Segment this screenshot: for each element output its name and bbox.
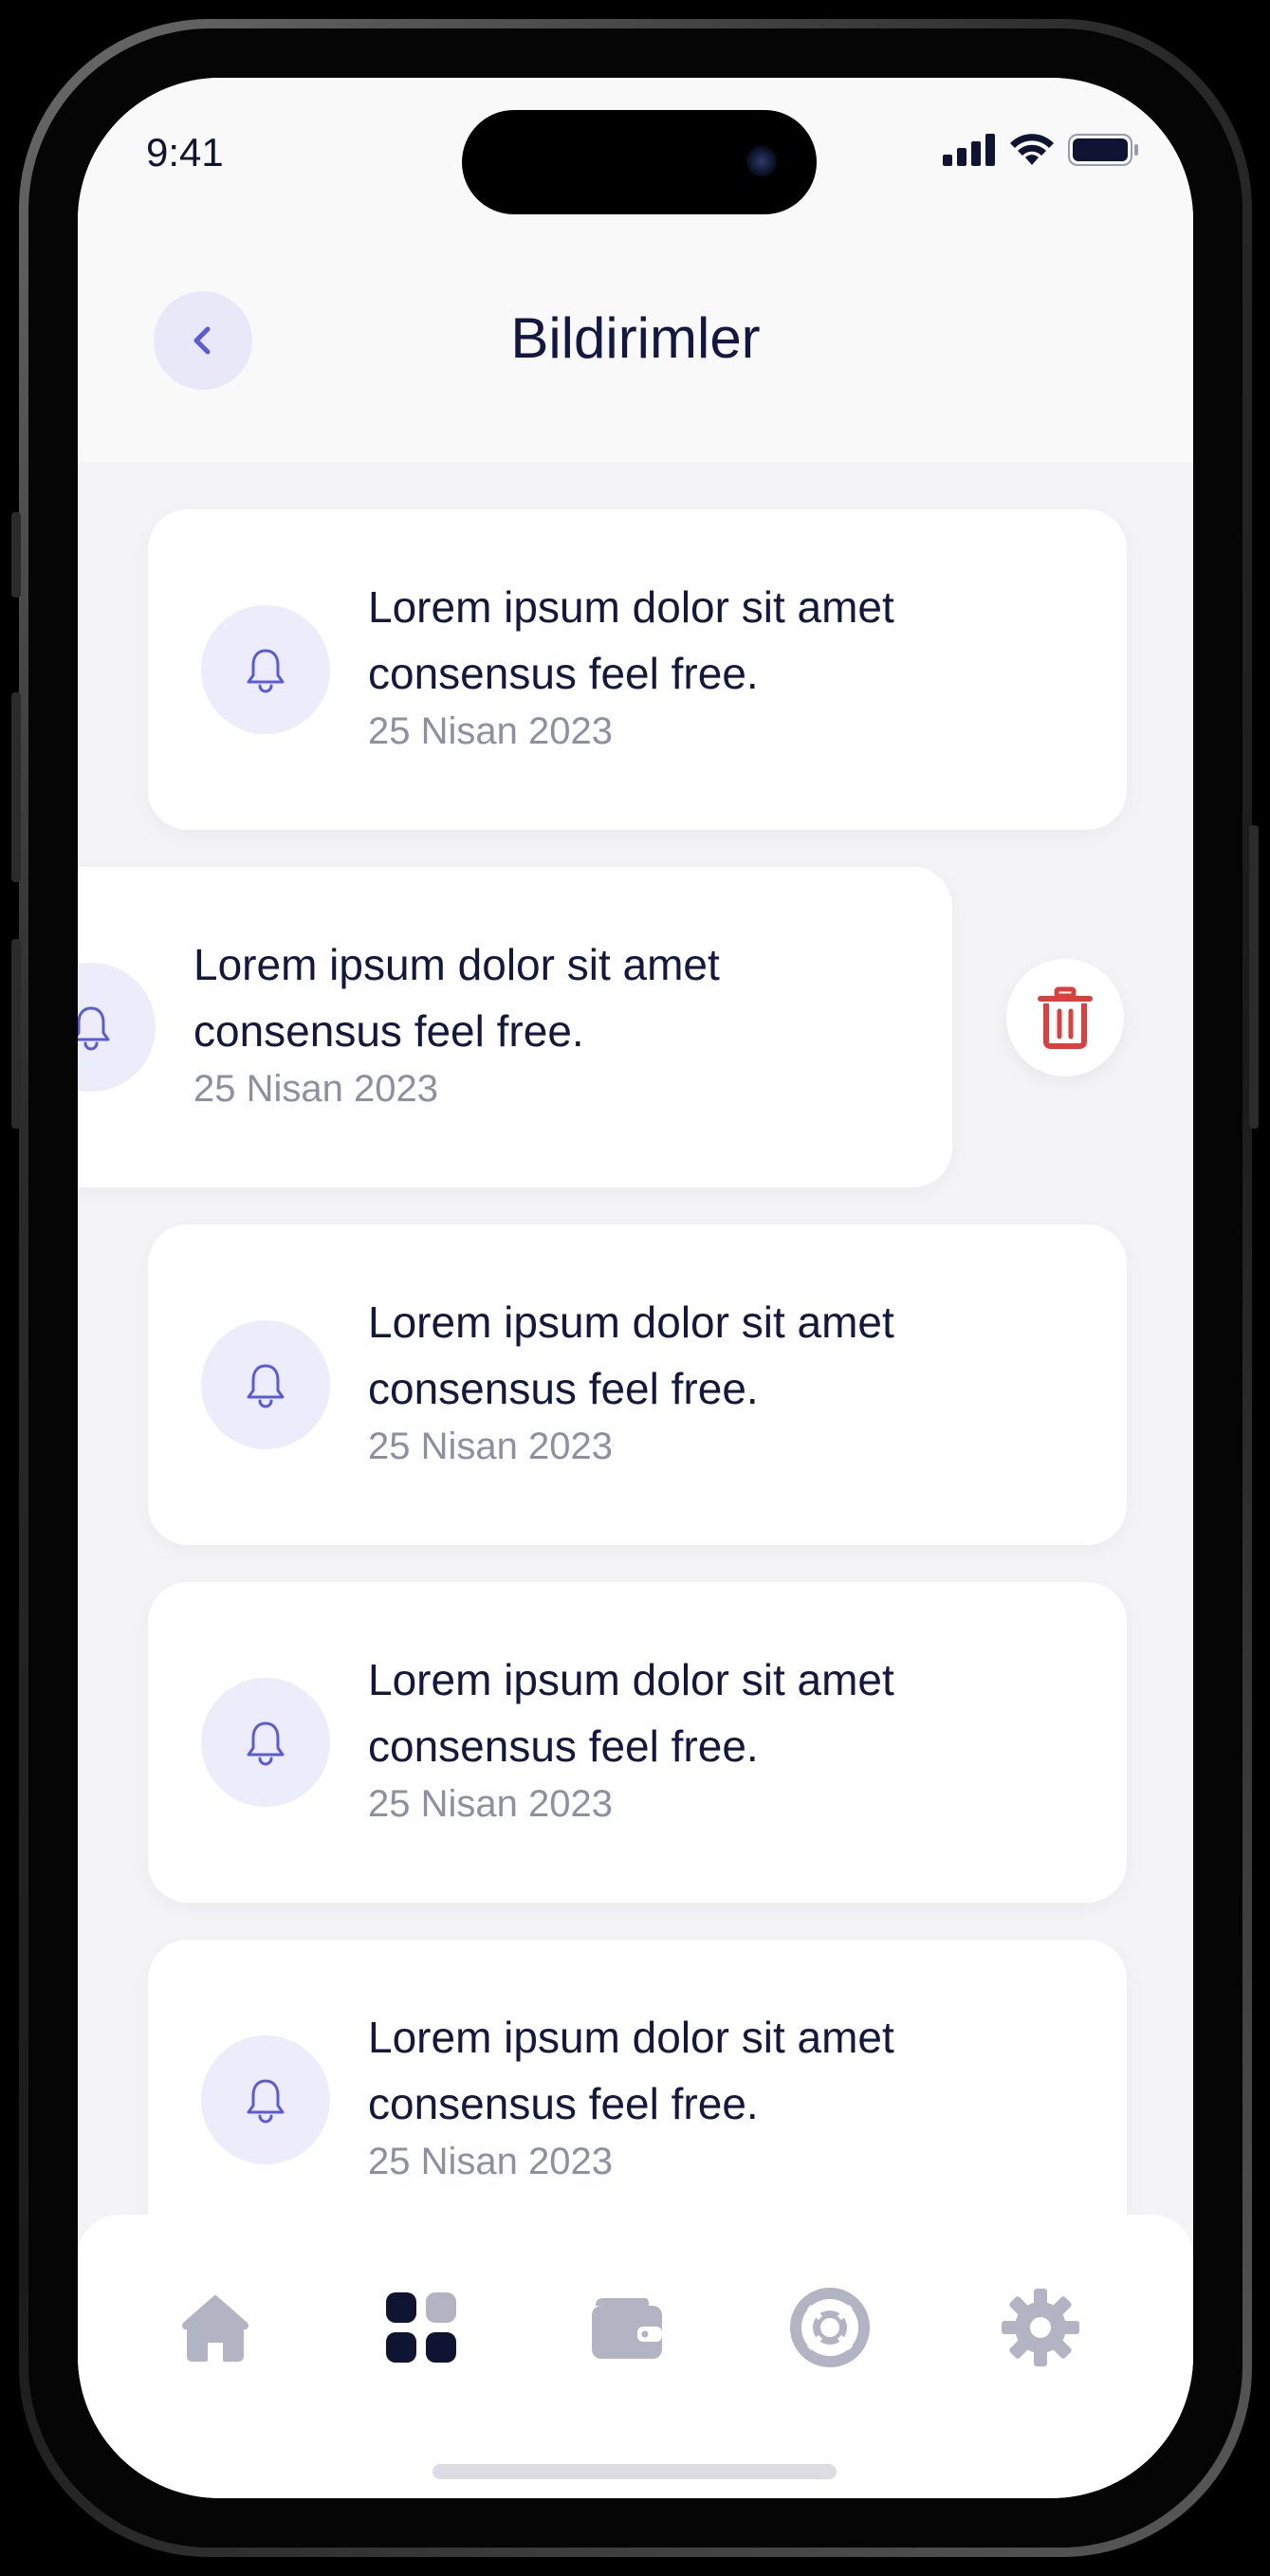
notification-text: Lorem ipsum dolor sit amet consensus fee… <box>368 1289 1051 1468</box>
notification-date: 25 Nisan 2023 <box>368 1783 613 1825</box>
bell-icon <box>247 1721 285 1766</box>
notification-title: Lorem ipsum dolor sit amet consensus fee… <box>368 2013 894 2128</box>
notification-card[interactable]: Lorem ipsum dolor sit amet consensus fee… <box>148 1582 1127 1903</box>
notification-icon-wrap <box>201 1320 330 1449</box>
notification-date: 25 Nisan 2023 <box>193 1068 438 1110</box>
tab-dashboard[interactable] <box>378 2285 464 2370</box>
screen: 9:41 Bildirimler Lorem ipsum dolor sit a… <box>78 78 1193 2498</box>
notification-title: Lorem ipsum dolor sit amet consensus fee… <box>368 1655 894 1771</box>
notification-date: 25 Nisan 2023 <box>368 1426 613 1467</box>
notification-card[interactable]: Lorem ipsum dolor sit amet consensus fee… <box>148 1224 1127 1545</box>
notification-card[interactable]: Lorem ipsum dolor sit amet consensus fee… <box>148 1940 1127 2260</box>
status-icons <box>943 133 1140 167</box>
tab-settings[interactable] <box>998 2285 1083 2370</box>
signal-icon <box>943 134 995 166</box>
bell-icon <box>247 649 285 693</box>
dynamic-island <box>462 110 817 214</box>
volume-down-button <box>11 939 21 1129</box>
volume-up-button <box>11 692 21 882</box>
lifebuoy-icon <box>790 2288 870 2367</box>
home-indicator[interactable] <box>433 2464 837 2479</box>
wifi-icon <box>1010 134 1054 165</box>
grid-icon <box>386 2292 456 2363</box>
tab-home[interactable] <box>173 2285 258 2370</box>
notification-date: 25 Nisan 2023 <box>368 2141 613 2182</box>
action-button <box>11 512 21 598</box>
notification-card[interactable]: Lorem ipsum dolor sit amet consensus fee… <box>148 509 1127 830</box>
trash-icon <box>1038 986 1093 1049</box>
phone-bezel: 9:41 Bildirimler Lorem ipsum dolor sit a… <box>28 28 1242 2548</box>
notification-date: 25 Nisan 2023 <box>368 710 613 752</box>
wallet-icon <box>592 2298 662 2359</box>
header: Bildirimler <box>78 220 1193 462</box>
battery-icon <box>1068 134 1138 166</box>
status-time: 9:41 <box>146 130 224 175</box>
home-icon <box>182 2295 248 2362</box>
camera-icon <box>746 146 777 176</box>
tab-support[interactable] <box>787 2285 873 2370</box>
tab-wallet[interactable] <box>584 2285 670 2370</box>
notification-title: Lorem ipsum dolor sit amet consensus fee… <box>193 940 720 1056</box>
gear-icon <box>1002 2289 1079 2366</box>
notification-title: Lorem ipsum dolor sit amet consensus fee… <box>368 1297 894 1413</box>
notification-text: Lorem ipsum dolor sit amet consensus fee… <box>368 2004 1051 2183</box>
notification-title: Lorem ipsum dolor sit amet consensus fee… <box>368 582 894 698</box>
bell-icon <box>247 1364 285 1408</box>
notification-text: Lorem ipsum dolor sit amet consensus fee… <box>368 1647 1051 1826</box>
notification-card-swiped[interactable]: Lorem ipsum dolor sit amet consensus fee… <box>78 867 952 1187</box>
bell-icon <box>247 2079 285 2124</box>
tab-bar <box>78 2215 1193 2498</box>
bell-icon <box>78 1006 110 1051</box>
notification-text: Lorem ipsum dolor sit amet consensus fee… <box>193 931 876 1111</box>
notification-text: Lorem ipsum dolor sit amet consensus fee… <box>368 574 1051 753</box>
notification-icon-wrap <box>78 963 156 1092</box>
notification-icon-wrap <box>201 2035 330 2164</box>
delete-button[interactable] <box>1006 959 1124 1076</box>
phone-frame: 9:41 Bildirimler Lorem ipsum dolor sit a… <box>19 19 1252 2557</box>
page-title: Bildirimler <box>510 306 761 370</box>
notification-icon-wrap <box>201 605 330 734</box>
power-button <box>1249 825 1259 1129</box>
notification-icon-wrap <box>201 1678 330 1807</box>
